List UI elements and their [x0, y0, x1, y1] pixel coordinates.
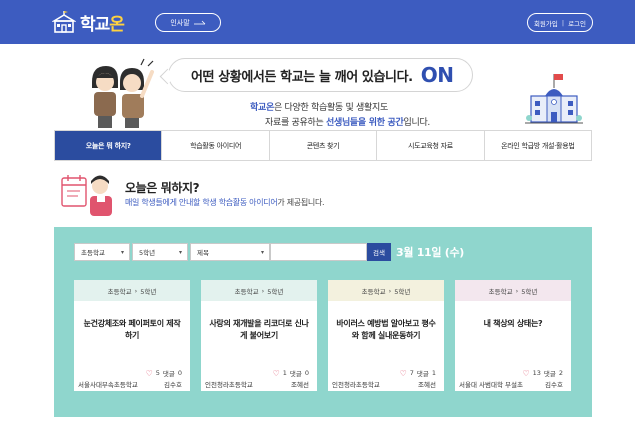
heart-icon[interactable]: ♡ [522, 369, 529, 378]
card-title: 바이러스 예방법 알아보고 평수와 함께 실내운동하기 [336, 319, 436, 340]
activity-card[interactable]: 초등학교 › 5학년 사랑의 재개발을 리코더로 신나게 불어보기 ♡ 1 댓글 0… [201, 280, 317, 391]
activity-card[interactable]: 초등학교 › 5학년 내 책상의 상태는? ♡ 13 댓글 2 서울대 사범대학 부… [455, 280, 571, 391]
card-school: 인천청라초등학교 [205, 381, 253, 389]
chevron-right-icon: › [515, 286, 519, 295]
activity-card[interactable]: 초등학교 › 5학년 눈건강체조와 페이퍼토이 제작하기 ♡ 5 댓글 0 서울사대… [74, 280, 190, 391]
card-stats: ♡ 5 댓글 0 [145, 368, 182, 379]
card-category: 초등학교 › 5학년 [201, 280, 317, 301]
hero-description-line1: 학교온은 다양한 학습활동 및 생활지도 [250, 103, 388, 113]
signup-link[interactable]: 회원가입 [534, 18, 558, 28]
card-author: 김수호 [164, 381, 182, 389]
section-title: 오늘은 뭐하지? [125, 181, 200, 195]
heart-icon[interactable]: ♡ [146, 369, 153, 378]
tab-online-class[interactable]: 온라인 학급방 개설·활용법 [483, 131, 591, 160]
logo-text: 학교온 [80, 14, 125, 35]
chevron-right-icon: › [388, 286, 392, 295]
divider: | [561, 18, 565, 27]
card-school: 서울대 사범대학 부설초 [459, 381, 523, 389]
chevron-down-icon: ▾ [120, 249, 124, 256]
top-bar: 학교온 인사말 회원가입 | 로그인 [0, 0, 635, 44]
site-logo[interactable]: 학교온 [52, 6, 125, 38]
grade-select[interactable]: 5학년 ▾ [132, 243, 188, 261]
chevron-down-icon: ▾ [260, 249, 264, 256]
search-input[interactable] [270, 243, 367, 261]
card-title: 사랑의 재개발을 리코더로 신나게 불어보기 [209, 319, 309, 340]
level-select-value: 초등학교 [81, 249, 105, 257]
greeting-label: 인사말 [170, 18, 190, 27]
section-description: 매일 학생들에게 안내할 학생 학습활동 아이디어가 제공됩니다. [125, 198, 325, 207]
card-stats: ♡ 1 댓글 0 [272, 368, 309, 379]
field-select[interactable]: 제목 ▾ [190, 243, 270, 261]
card-stats: ♡ 7 댓글 1 [399, 368, 436, 379]
heart-icon[interactable]: ♡ [273, 369, 280, 378]
main-nav: 오늘은 뭐 하지? 학습활동 아이디어 콘텐츠 찾기 시도교육청 자료 온라인 … [54, 130, 592, 161]
tab-find-content[interactable]: 콘텐츠 찾기 [268, 131, 376, 160]
arrow-right-icon [193, 20, 205, 25]
speech-bubble: 어떤 상황에서든 학교는 늘 깨어 있습니다. ON [168, 58, 473, 92]
level-select[interactable]: 초등학교 ▾ [74, 243, 130, 261]
today-date: 3월 11일 (수) [396, 246, 465, 259]
chevron-right-icon: › [134, 286, 138, 295]
hero-slogan: 어떤 상황에서든 학교는 늘 깨어 있습니다. [191, 69, 413, 85]
hero-banner: 어떤 상황에서든 학교는 늘 깨어 있습니다. ON 학교온은 다양한 학습활동… [0, 44, 635, 130]
school-illustration [525, 74, 583, 124]
students-illustration [92, 58, 154, 128]
card-category: 초등학교 › 5학년 [455, 280, 571, 301]
card-title: 내 책상의 상태는? [483, 319, 543, 328]
chevron-down-icon: ▾ [178, 249, 182, 256]
activity-card[interactable]: 초등학교 › 5학년 바이러스 예방법 알아보고 평수와 함께 실내운동하기 ♡ 7… [328, 280, 444, 391]
hero-slogan-on: ON [420, 63, 454, 87]
card-author: 김수호 [545, 381, 563, 389]
card-school: 인천청라초등학교 [332, 381, 380, 389]
card-category: 초등학교 › 5학년 [328, 280, 444, 301]
card-stats: ♡ 13 댓글 2 [522, 368, 563, 379]
teacher-calendar-icon [61, 175, 112, 216]
tab-learning-ideas[interactable]: 학습활동 아이디어 [161, 131, 268, 160]
card-category: 초등학교 › 5학년 [74, 280, 190, 301]
card-school: 서울사대부속초등학교 [78, 381, 138, 389]
school-building-icon [52, 11, 76, 33]
login-link[interactable]: 로그인 [568, 18, 586, 28]
card-title: 눈건강체조와 페이퍼토이 제작하기 [83, 319, 181, 340]
auth-links: 회원가입 | 로그인 [527, 13, 593, 32]
grade-select-value: 5학년 [139, 249, 156, 257]
field-select-value: 제목 [197, 249, 209, 257]
card-author: 조혜선 [418, 381, 436, 389]
chevron-right-icon: › [261, 286, 265, 295]
card-author: 조혜선 [291, 381, 309, 389]
search-button[interactable]: 검색 [367, 243, 391, 261]
hero-description-line2: 자료를 공유하는 선생님들을 위한 공간입니다. [265, 118, 430, 128]
tab-education-office[interactable]: 시도교육청 자료 [376, 131, 483, 160]
tab-today[interactable]: 오늘은 뭐 하지? [55, 131, 162, 160]
activity-panel: 초등학교 ▾ 5학년 ▾ 제목 ▾ 검색 3월 11일 (수) 초등학교 › 5학년… [54, 227, 592, 417]
greeting-button[interactable]: 인사말 [155, 13, 221, 32]
heart-icon[interactable]: ♡ [400, 369, 407, 378]
